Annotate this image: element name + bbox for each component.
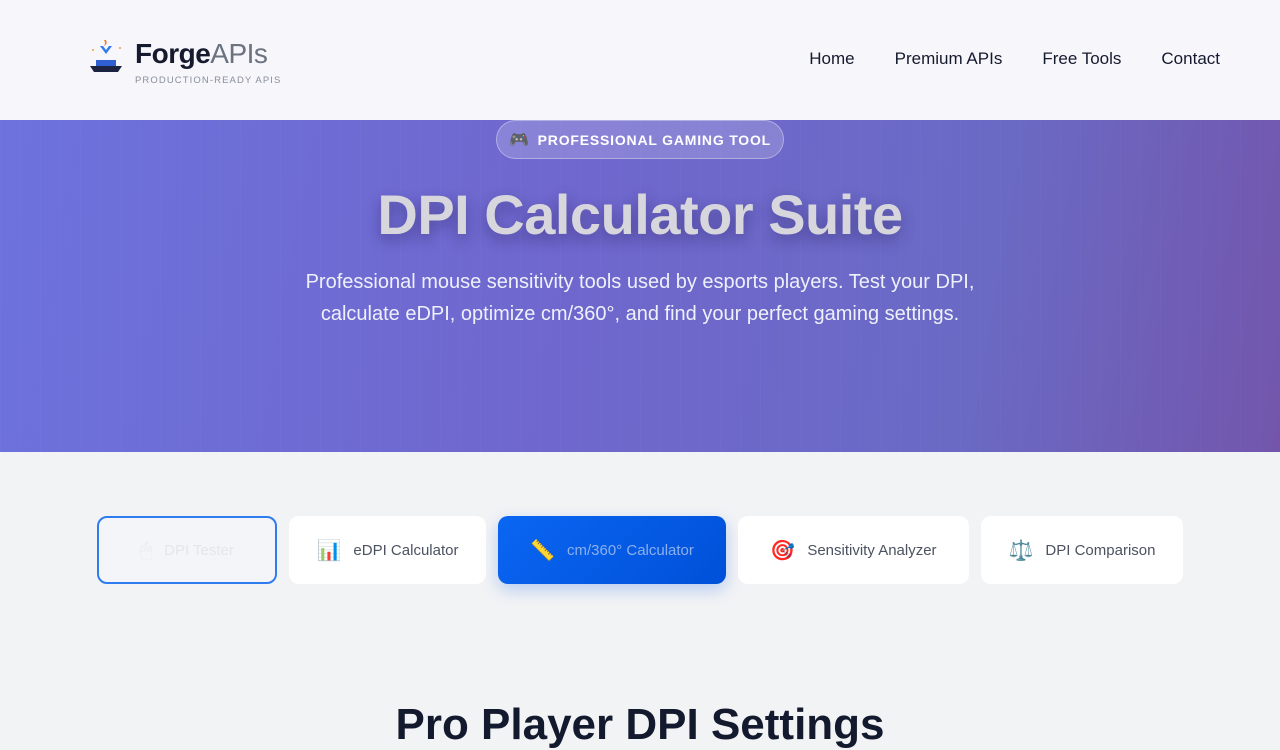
tab-sensitivity-analyzer[interactable]: 🎯 Sensitivity Analyzer	[738, 516, 969, 584]
page-title: DPI Calculator Suite	[377, 183, 903, 246]
site-header: ForgeAPIs PRODUCTION-READY APIS Home Pre…	[0, 0, 1280, 120]
nav-premium-apis[interactable]: Premium APIs	[895, 49, 1003, 69]
tab-label: cm/360° Calculator	[567, 541, 694, 559]
hero-section: 🎮 PROFESSIONAL GAMING TOOL DPI Calculato…	[0, 120, 1280, 452]
tab-label: DPI Comparison	[1045, 541, 1156, 559]
target-icon: 🎯	[770, 539, 796, 562]
tab-dpi-tester[interactable]: 🖱 DPI Tester	[97, 516, 277, 584]
scales-icon: ⚖️	[1008, 539, 1034, 562]
tab-edpi-calculator[interactable]: 📊 eDPI Calculator	[289, 516, 486, 584]
bar-chart-icon: 📊	[316, 539, 342, 562]
badge-label: PROFESSIONAL GAMING TOOL	[537, 131, 772, 148]
section-title: Pro Player DPI Settings	[395, 700, 885, 749]
nav-contact[interactable]: Contact	[1161, 49, 1220, 69]
brand-tagline: PRODUCTION-READY APIS	[135, 75, 282, 86]
tab-label: eDPI Calculator	[353, 541, 459, 559]
main-nav: Home Premium APIs Free Tools Contact	[769, 49, 1220, 69]
forge-anvil-icon	[90, 40, 122, 72]
tab-label: DPI Tester	[164, 541, 234, 559]
tab-cm360-calculator[interactable]: 📏 cm/360° Calculator	[498, 516, 726, 584]
brand-name: ForgeAPIs	[135, 38, 268, 69]
gamepad-icon: 🎮	[508, 131, 530, 149]
tool-tabs: 🖱 DPI Tester 📊 eDPI Calculator 📏 cm/360°…	[0, 516, 1280, 584]
tab-label: Sensitivity Analyzer	[807, 541, 937, 559]
tab-dpi-comparison[interactable]: ⚖️ DPI Comparison	[981, 516, 1183, 584]
hero-badge: 🎮 PROFESSIONAL GAMING TOOL	[496, 120, 784, 159]
hero-subtitle: Professional mouse sensitivity tools use…	[305, 271, 975, 325]
ruler-icon: 📏	[530, 539, 555, 562]
mouse-icon: 🖱	[140, 538, 153, 561]
nav-free-tools[interactable]: Free Tools	[1042, 49, 1121, 69]
nav-home[interactable]: Home	[809, 49, 854, 69]
